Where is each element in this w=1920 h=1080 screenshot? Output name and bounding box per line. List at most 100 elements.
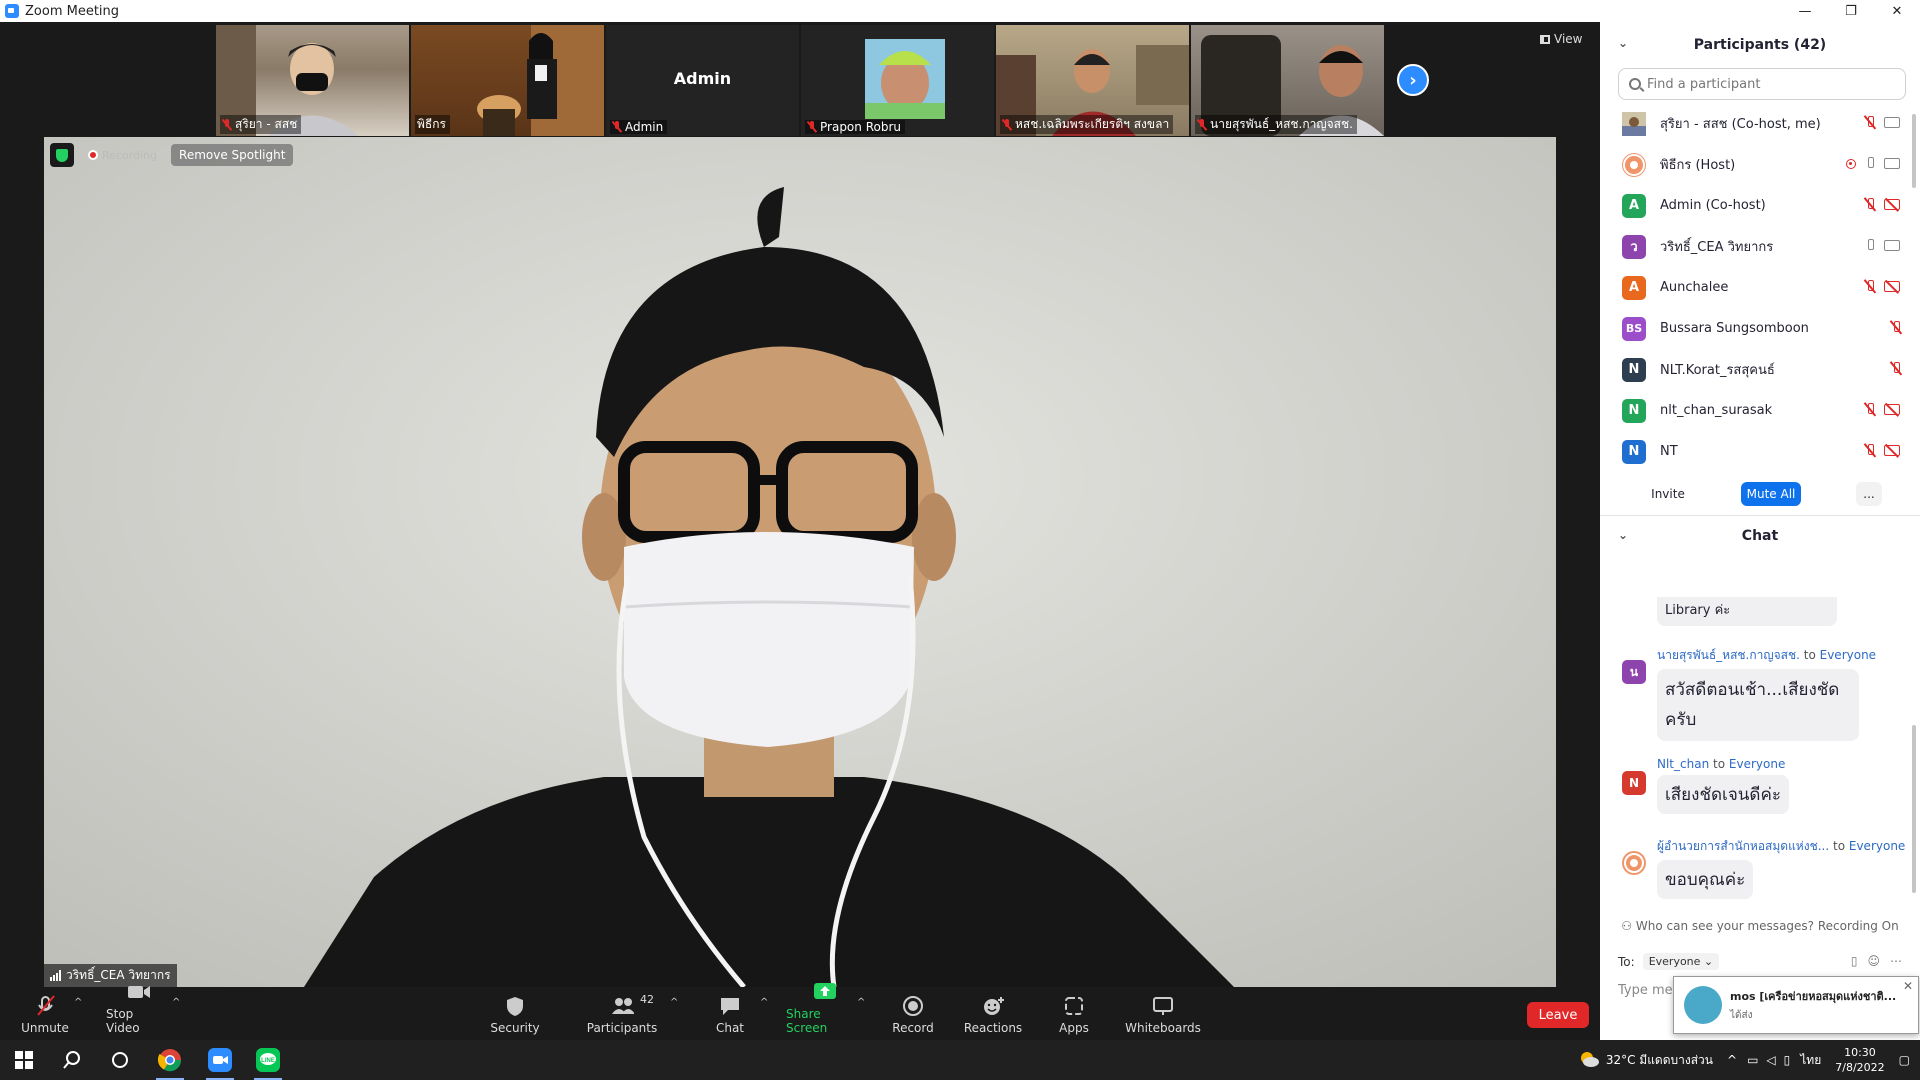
weather-text[interactable]: 32°C มีแดดบางส่วน (1606, 1051, 1713, 1070)
participant-row[interactable]: N NLT.Korat_รสสุคนธ์ (1600, 349, 1920, 390)
chat-message: N Nlt_chan to Everyone เสียงชัดเจนดีค่ะ (1622, 757, 1912, 814)
share-screen-button[interactable]: Share Screen (786, 983, 862, 1040)
mute-all-button[interactable]: Mute All (1741, 482, 1801, 506)
security-shield-icon (503, 995, 527, 1017)
avatar: A (1622, 193, 1646, 218)
collapse-chevron-icon[interactable]: ⌄ (1618, 528, 1628, 542)
search-icon (1629, 78, 1641, 90)
search-icon[interactable] (48, 1040, 96, 1080)
main-video[interactable]: Recording Remove Spotlight วริทธิ์_CEA ว… (44, 137, 1556, 987)
weather-icon[interactable] (1578, 1050, 1600, 1071)
more-icon[interactable]: ⋯ (1890, 954, 1902, 968)
participant-row[interactable]: สุริยา - สสช (Co-host, me) (1600, 103, 1920, 144)
windows-start-icon[interactable] (0, 1040, 48, 1080)
participant-row[interactable]: ว วริทธิ์_CEA วิทยากร (1600, 226, 1920, 267)
who-can-see-messages[interactable]: ⚇ Who can see your messages? Recording O… (1600, 919, 1920, 933)
speaker-icon[interactable]: ◁ (1766, 1053, 1775, 1067)
whiteboards-button[interactable]: Whiteboards (1125, 988, 1201, 1040)
zoom-app-icon[interactable] (196, 1040, 244, 1080)
invite-button[interactable]: Invite (1650, 482, 1686, 506)
avatar: A (1622, 275, 1646, 300)
video-tile[interactable]: นายสุรพันธ์_หสช.กาญจสช. (1191, 25, 1384, 136)
participant-list: สุริยา - สสช (Co-host, me) พิธีกร (Host)… (1600, 103, 1920, 472)
language-indicator[interactable]: ไทย (1800, 1051, 1821, 1070)
tile-name-label: Admin (610, 120, 668, 134)
participant-list-scrollbar[interactable] (1912, 114, 1916, 188)
avatar: BS (1622, 316, 1646, 341)
next-page-arrow-icon[interactable]: › (1397, 64, 1429, 96)
chat-notification[interactable]: mos [เครือข่ายหอสมุดแห่งชาติ... ได้ส่ง ✕ (1673, 976, 1919, 1034)
stop-video-button[interactable]: Stop Video (106, 986, 170, 1040)
avatar: N (1622, 357, 1646, 382)
minimize-button[interactable]: — (1782, 0, 1828, 22)
participant-row[interactable]: A Admin (Co-host) (1600, 185, 1920, 226)
clock[interactable]: 10:30 7/8/2022 (1835, 1045, 1884, 1075)
reactions-button[interactable]: Reactions (964, 988, 1022, 1040)
meeting-badges: Recording Remove Spotlight (50, 143, 294, 167)
video-tile[interactable]: พิธีกร (411, 25, 604, 136)
camera-off-icon (1884, 199, 1900, 210)
collapse-chevron-icon[interactable]: ⌄ (1618, 36, 1628, 50)
meeting-toolbar: Unmute ^ Stop Video ^ Security 42 Partic… (0, 983, 1600, 1040)
file-icon[interactable]: ▯ (1851, 954, 1858, 968)
apps-button[interactable]: Apps (1057, 988, 1091, 1040)
chat-header: ⌄ Chat (1618, 528, 1779, 544)
taskbar: LINE 32°C มีแดดบางส่วน ^ ▭ ◁ ▯ ไทย 10:30… (0, 1040, 1920, 1080)
close-button[interactable]: ✕ (1874, 0, 1920, 22)
participant-row[interactable]: N NT (1600, 431, 1920, 472)
notification-center-icon[interactable]: ▢ (1899, 1053, 1910, 1067)
battery-icon[interactable]: ▯ (1784, 1053, 1791, 1067)
leave-button[interactable]: Leave (1527, 1002, 1589, 1028)
line-app-icon[interactable]: LINE (244, 1040, 292, 1080)
video-options-caret-icon[interactable]: ^ (172, 997, 180, 1008)
more-options-button[interactable]: ... (1856, 482, 1882, 506)
video-tile[interactable]: หสช.เฉลิมพระเกียรติฯ สงขลา (996, 25, 1189, 136)
recipient-dropdown[interactable]: Everyone ⌄ (1642, 953, 1720, 970)
network-icon[interactable]: ▭ (1747, 1053, 1758, 1067)
muted-mic-icon (1866, 403, 1874, 416)
restore-button[interactable]: ❐ (1828, 0, 1874, 22)
view-button[interactable]: View (1540, 32, 1582, 46)
video-tile[interactable]: Admin Admin (606, 25, 799, 136)
avatar (1622, 111, 1646, 136)
share-options-caret-icon[interactable]: ^ (857, 997, 865, 1008)
participant-row[interactable]: N nlt_chan_surasak (1600, 390, 1920, 431)
muted-mic-icon (1892, 321, 1900, 334)
chat-button[interactable]: Chat (710, 988, 750, 1040)
tile-name-label: สุริยา - สสช (220, 115, 302, 134)
audio-options-caret-icon[interactable]: ^ (74, 997, 82, 1008)
participant-search-input[interactable]: Find a participant (1618, 68, 1906, 100)
participant-row[interactable]: A Aunchalee (1600, 267, 1920, 308)
tile-display-name: Admin (673, 69, 732, 88)
close-icon[interactable]: ✕ (1903, 979, 1913, 993)
message-header: นายสุรพันธ์_หสช.กาญจสช. to Everyone (1657, 648, 1877, 662)
people-icon: ⚇ (1621, 919, 1633, 933)
participants-button[interactable]: 42 Participants (587, 988, 658, 1040)
remove-spotlight-button[interactable]: Remove Spotlight (171, 144, 294, 166)
muted-mic-icon (222, 118, 232, 131)
chat-options-caret-icon[interactable]: ^ (760, 997, 768, 1008)
emoji-icon[interactable]: ☺ (1867, 954, 1880, 968)
record-button[interactable]: Record (892, 988, 934, 1040)
video-tile[interactable]: สุริยา - สสช (216, 25, 409, 136)
view-grid-icon (1540, 34, 1550, 44)
chevron-up-icon[interactable]: ^ (1727, 1053, 1737, 1067)
participants-options-caret-icon[interactable]: ^ (670, 997, 678, 1008)
gallery-strip: สุริยา - สสช พิธีกร Admin Admin Prapon R… (216, 25, 1384, 136)
camera-off-icon (1884, 281, 1900, 292)
chrome-icon[interactable] (146, 1040, 194, 1080)
video-tile[interactable]: Prapon Robru (801, 25, 994, 136)
participant-row[interactable]: พิธีกร (Host) (1600, 144, 1920, 185)
tile-name-label: พิธีกร (415, 115, 450, 134)
participant-row[interactable]: BS Bussara Sungsomboon (1600, 308, 1920, 349)
message-bubble: Library ค่ะ (1657, 597, 1837, 626)
cortana-icon[interactable] (96, 1040, 144, 1080)
mic-icon (1866, 157, 1874, 170)
security-button[interactable]: Security (490, 988, 540, 1040)
participants-icon: 42 (610, 993, 654, 1017)
chat-scrollbar[interactable] (1912, 725, 1916, 893)
chat-message: น นายสุรพันธ์_หสช.กาญจสช. to Everyone สว… (1622, 646, 1912, 741)
whiteboard-icon (1151, 995, 1175, 1017)
unmute-button[interactable]: Unmute (20, 988, 70, 1040)
muted-mic-icon (1866, 198, 1874, 211)
